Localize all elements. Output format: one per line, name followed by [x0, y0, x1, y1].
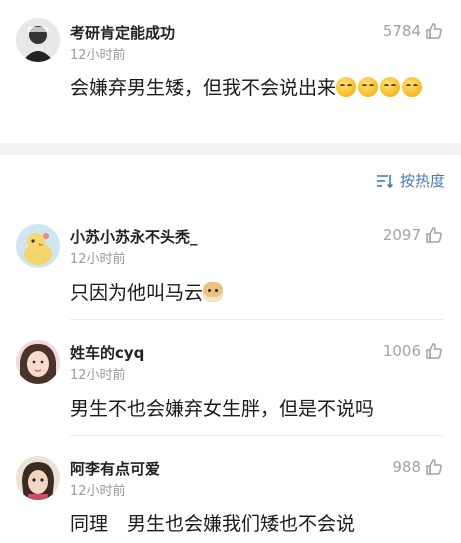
- comment-text: 会嫌弃男生矮，但我不会说出来: [70, 72, 442, 105]
- avatar[interactable]: [16, 340, 60, 384]
- thumbs-up-icon: [426, 23, 442, 39]
- top-comment: 考研肯定能成功 12小时前 5784 会嫌弃男生矮，但我不会说出来: [0, 0, 461, 143]
- timestamp: 12小时前: [70, 252, 126, 267]
- avatar[interactable]: [16, 224, 60, 268]
- smiling-emoji: [358, 77, 379, 97]
- comment-text: 同理 男生也会嫌我们矮也不会说: [70, 513, 356, 535]
- username[interactable]: 考研肯定能成功: [70, 22, 175, 43]
- thumbs-up-icon: [426, 459, 442, 475]
- like-button[interactable]: 988: [392, 458, 443, 476]
- timestamp: 12小时前: [70, 484, 126, 499]
- thumbs-up-icon: [426, 343, 442, 359]
- like-count: 988: [392, 458, 421, 476]
- timestamp: 12小时前: [70, 48, 126, 63]
- smiling-emoji: [336, 77, 357, 97]
- smiling-emoji: [402, 77, 423, 97]
- username[interactable]: 阿李有点可爱: [70, 458, 160, 479]
- avatar[interactable]: [16, 18, 60, 62]
- comment-text: 男生不也会嫌弃女生胖，但是不说吗: [70, 398, 375, 420]
- dog-emoji: [203, 282, 224, 302]
- comment-text: 只因为他叫马云: [70, 277, 442, 310]
- section-separator: [0, 143, 461, 155]
- like-button[interactable]: 1006: [383, 342, 443, 360]
- avatar[interactable]: [16, 456, 60, 500]
- timestamp: 12小时前: [70, 368, 126, 383]
- like-button[interactable]: 5784: [383, 22, 443, 40]
- divider: [70, 319, 443, 320]
- sort-label: 按热度: [399, 172, 445, 190]
- divider: [70, 435, 443, 436]
- username[interactable]: 姓车的cyq: [70, 342, 144, 363]
- like-count: 5784: [382, 22, 421, 40]
- smiling-emoji: [380, 77, 401, 97]
- like-count: 1006: [382, 342, 421, 360]
- like-count: 2097: [382, 226, 421, 244]
- thumbs-up-icon: [426, 227, 442, 243]
- username[interactable]: 小苏小苏永不头秃_: [70, 226, 198, 247]
- sort-by-hot-button[interactable]: 按热度: [376, 170, 445, 191]
- like-button[interactable]: 2097: [383, 226, 443, 244]
- sort-icon: [376, 174, 394, 188]
